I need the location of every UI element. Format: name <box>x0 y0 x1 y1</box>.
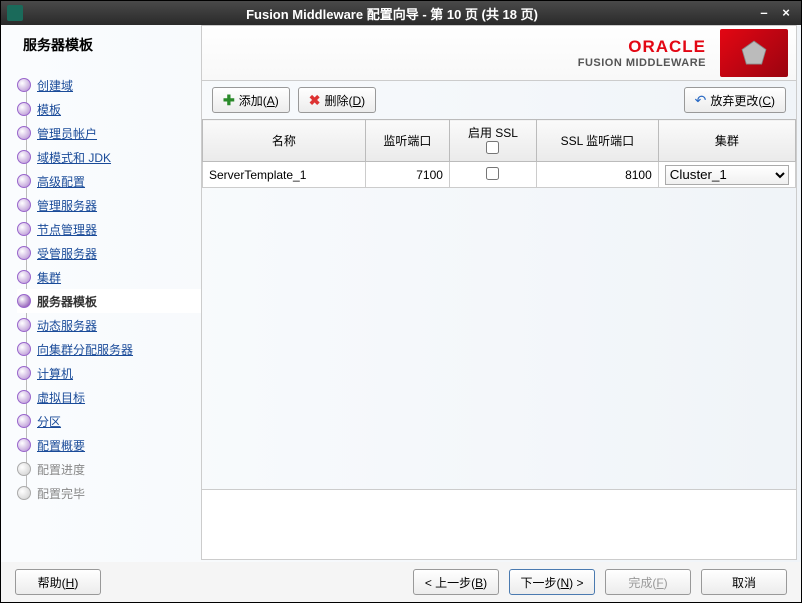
wizard-step-0[interactable]: 创建域 <box>17 73 201 97</box>
step-label: 计算机 <box>37 365 73 382</box>
step-label: 配置进度 <box>37 461 85 478</box>
step-label: 管理员帐户 <box>37 125 97 142</box>
step-label: 管理服务器 <box>37 197 97 214</box>
step-bullet-icon <box>17 102 31 116</box>
table-row[interactable]: ServerTemplate_17100 8100 Cluster_1 <box>203 162 796 188</box>
help-button[interactable]: 帮助(H) <box>15 569 101 595</box>
col-name: 名称 <box>203 120 366 162</box>
cell-name[interactable]: ServerTemplate_1 <box>203 162 366 188</box>
wizard-step-8[interactable]: 集群 <box>17 265 201 289</box>
cell-listen-port[interactable]: 7100 <box>365 162 449 188</box>
step-bullet-icon <box>17 414 31 428</box>
cell-cluster[interactable]: Cluster_1 <box>658 162 795 188</box>
plus-icon: ✚ <box>223 92 235 109</box>
sidebar: 服务器模板 创建域模板管理员帐户域模式和 JDK 高级配置管理服务器节点管理器受管… <box>1 25 201 562</box>
step-bullet-icon <box>17 246 31 260</box>
page-title: 服务器模板 <box>17 35 201 55</box>
step-label: 集群 <box>37 269 61 286</box>
wizard-step-2[interactable]: 管理员帐户 <box>17 121 201 145</box>
step-label: 创建域 <box>37 77 73 94</box>
step-bullet-icon <box>17 342 31 356</box>
cancel-button[interactable]: 取消 <box>701 569 787 595</box>
step-bullet-icon <box>17 318 31 332</box>
wizard-step-1[interactable]: 模板 <box>17 97 201 121</box>
step-bullet-icon <box>17 366 31 380</box>
delete-button[interactable]: ✖ 删除(D) <box>298 87 376 113</box>
col-enable-ssl: 启用 SSL <box>449 120 536 162</box>
main-panel: ORACLE FUSION MIDDLEWARE ✚ 添加(A) ✖ 删除(D) <box>201 25 797 560</box>
wizard-step-6[interactable]: 节点管理器 <box>17 217 201 241</box>
col-listen-port: 监听端口 <box>365 120 449 162</box>
step-label: 虚拟目标 <box>37 389 85 406</box>
wizard-step-11[interactable]: 向集群分配服务器 <box>17 337 201 361</box>
window-title: Fusion Middleware 配置向导 - 第 10 页 (共 18 页) <box>29 4 755 23</box>
next-button[interactable]: 下一步(N) > <box>509 569 595 595</box>
titlebar: Fusion Middleware 配置向导 - 第 10 页 (共 18 页)… <box>1 1 801 25</box>
app-icon <box>7 5 23 21</box>
wizard-step-12[interactable]: 计算机 <box>17 361 201 385</box>
step-bullet-icon <box>17 462 31 476</box>
col-ssl-port: SSL 监听端口 <box>536 120 658 162</box>
step-label: 动态服务器 <box>37 317 97 334</box>
step-bullet-icon <box>17 222 31 236</box>
oracle-logo: ORACLE FUSION MIDDLEWARE <box>578 37 720 69</box>
step-label: 受管服务器 <box>37 245 97 262</box>
step-label: 节点管理器 <box>37 221 97 238</box>
step-bullet-icon <box>17 438 31 452</box>
cell-enable-ssl[interactable] <box>449 162 536 188</box>
step-label: 分区 <box>37 413 61 430</box>
step-label: 服务器模板 <box>37 293 97 310</box>
wizard-step-16: 配置进度 <box>17 457 201 481</box>
wizard-step-5[interactable]: 管理服务器 <box>17 193 201 217</box>
wizard-step-14[interactable]: 分区 <box>17 409 201 433</box>
status-panel <box>202 489 796 559</box>
step-label: 配置概要 <box>37 437 85 454</box>
wizard-step-3[interactable]: 域模式和 JDK <box>17 145 201 169</box>
undo-icon: ↶ <box>695 92 707 109</box>
toolbar: ✚ 添加(A) ✖ 删除(D) ↶ 放弃更改(C) <box>202 81 796 119</box>
step-bullet-icon <box>17 78 31 92</box>
step-label: 配置完毕 <box>37 485 85 502</box>
wizard-steps: 创建域模板管理员帐户域模式和 JDK 高级配置管理服务器节点管理器受管服务器集群服… <box>17 73 201 505</box>
step-bullet-icon <box>17 486 31 500</box>
wizard-step-4[interactable]: 高级配置 <box>17 169 201 193</box>
back-button[interactable]: < 上一步(B) <box>413 569 499 595</box>
wizard-step-10[interactable]: 动态服务器 <box>17 313 201 337</box>
wizard-step-17: 配置完毕 <box>17 481 201 505</box>
server-template-table: 名称 监听端口 启用 SSL SSL 监听端口 集群 ServerTemplat… <box>202 119 796 188</box>
step-label: 高级配置 <box>37 173 85 190</box>
cluster-select[interactable]: Cluster_1 <box>665 165 789 185</box>
add-button[interactable]: ✚ 添加(A) <box>212 87 290 113</box>
ssl-checkbox[interactable] <box>486 167 499 180</box>
close-button[interactable]: × <box>777 5 795 21</box>
footer: 帮助(H) < 上一步(B) 下一步(N) > 完成(F) 取消 <box>1 562 801 602</box>
wizard-step-15[interactable]: 配置概要 <box>17 433 201 457</box>
delete-icon: ✖ <box>309 92 321 109</box>
wizard-step-7[interactable]: 受管服务器 <box>17 241 201 265</box>
step-bullet-icon <box>17 390 31 404</box>
step-bullet-icon <box>17 198 31 212</box>
step-bullet-icon <box>17 294 31 308</box>
pentagon-icon <box>720 29 788 77</box>
header-bar: ORACLE FUSION MIDDLEWARE <box>202 26 796 81</box>
wizard-step-13[interactable]: 虚拟目标 <box>17 385 201 409</box>
wizard-step-9[interactable]: 服务器模板 <box>17 289 201 313</box>
col-cluster: 集群 <box>658 120 795 162</box>
cell-ssl-port[interactable]: 8100 <box>536 162 658 188</box>
step-bullet-icon <box>17 150 31 164</box>
step-label: 域模式和 JDK <box>37 149 111 166</box>
table-area: 名称 监听端口 启用 SSL SSL 监听端口 集群 ServerTemplat… <box>202 119 796 489</box>
minimize-button[interactable]: – <box>755 5 773 21</box>
step-label: 模板 <box>37 101 61 118</box>
step-bullet-icon <box>17 126 31 140</box>
step-bullet-icon <box>17 174 31 188</box>
step-bullet-icon <box>17 270 31 284</box>
finish-button[interactable]: 完成(F) <box>605 569 691 595</box>
step-label: 向集群分配服务器 <box>37 341 133 358</box>
discard-button[interactable]: ↶ 放弃更改(C) <box>684 87 786 113</box>
header-ssl-checkbox[interactable] <box>486 141 499 154</box>
